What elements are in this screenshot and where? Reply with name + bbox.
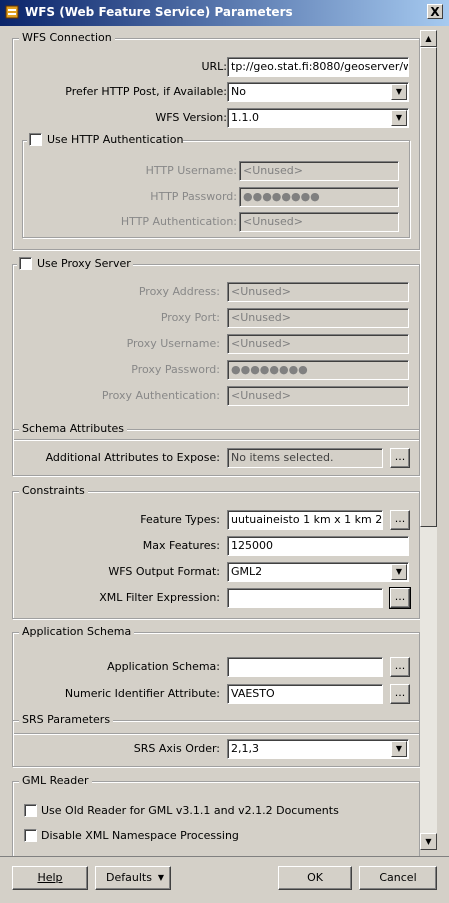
proxy-authentication-input[interactable]: <Unused> [227,386,409,406]
proxy-label: Use Proxy Server [37,257,131,270]
prefer-post-label: Prefer HTTP Post, if Available: [65,85,227,98]
help-label: Help [37,871,63,884]
vertical-scrollbar[interactable]: ▲ ▼ [420,30,437,850]
schema-attributes-group: Schema Attributes Additional Attributes … [12,422,420,476]
http-auth-header: Use HTTP Authentication [27,132,183,146]
proxy-header: Use Proxy Server [17,256,133,270]
numeric-id-input[interactable]: VAESTO [227,684,383,704]
output-format-label: WFS Output Format: [108,565,220,578]
srs-axis-order-select[interactable]: 2,1,3 ▼ [227,739,409,759]
cancel-button[interactable]: Cancel [359,866,437,890]
http-auth-checkbox[interactable] [29,133,42,146]
scroll-down-button[interactable]: ▼ [420,833,437,850]
scroll-up-button[interactable]: ▲ [420,30,437,47]
namespace-label: Disable XML Namespace Processing [41,829,239,842]
xml-filter-browse-button[interactable]: ... [389,587,411,609]
http-username-label: HTTP Username: [145,164,237,177]
wfs-version-select[interactable]: 1.1.0 ▼ [227,108,409,128]
constraints-group: Constraints Feature Types: uutuaineisto … [12,484,420,619]
wfs-version-label: WFS Version: [155,111,227,124]
dropdown-arrow-icon: ▼ [157,873,164,882]
wfs-connection-group: WFS Connection URL: tp://geo.stat.fi:808… [12,31,420,250]
max-features-label: Max Features: [142,539,220,552]
chevron-down-icon[interactable]: ▼ [391,110,407,126]
expose-input[interactable]: No items selected. [227,448,383,468]
output-format-select[interactable]: GML2 ▼ [227,562,409,582]
proxy-address-input[interactable]: <Unused> [227,282,409,302]
url-input[interactable]: tp://geo.stat.fi:8080/geoserver/wfs [227,57,409,77]
feature-types-input[interactable]: uutuaineisto 1 km x 1 km 2010}" [227,510,383,530]
defaults-label: Defaults [106,871,152,884]
http-authentication-label: HTTP Authentication: [120,215,237,228]
expose-browse-button[interactable]: ... [390,448,410,468]
output-format-value: GML2 [231,565,263,578]
wfs-version-value: 1.1.0 [231,111,259,124]
gml-reader-group: GML Reader Use Old Reader for GML v3.1.1… [12,774,420,856]
proxy-password-input[interactable]: ●●●●●●●● [227,360,409,380]
app-schema-label: Application Schema: [107,660,220,673]
proxy-port-label: Proxy Port: [160,311,220,324]
chevron-down-icon[interactable]: ▼ [391,84,407,100]
namespace-checkbox[interactable] [24,829,37,842]
max-features-input[interactable]: 125000 [227,536,409,556]
group-title: Constraints [19,484,88,497]
chevron-down-icon[interactable]: ▼ [391,564,407,580]
group-title: GML Reader [19,774,92,787]
http-auth-group: Use HTTP Authentication HTTP Username: <… [22,132,410,238]
numeric-id-label: Numeric Identifier Attribute: [64,687,220,700]
scroll-thumb[interactable] [420,47,437,527]
proxy-authentication-label: Proxy Authentication: [101,389,220,402]
numeric-id-browse-button[interactable]: ... [390,684,410,704]
proxy-password-label: Proxy Password: [131,363,220,376]
http-password-input[interactable]: ●●●●●●●● [239,187,399,207]
title-bar: WFS (Web Feature Service) Parameters X [0,0,449,26]
xml-filter-label: XML Filter Expression: [99,591,220,604]
group-title: WFS Connection [19,31,115,44]
close-button[interactable]: X [427,4,443,19]
http-auth-label: Use HTTP Authentication [47,133,184,146]
group-title: Schema Attributes [19,422,128,435]
group-title: SRS Parameters [19,713,114,726]
proxy-checkbox[interactable] [19,257,32,270]
http-password-label: HTTP Password: [150,190,237,203]
proxy-port-input[interactable]: <Unused> [227,308,409,328]
proxy-group: Use Proxy Server Proxy Address: <Unused>… [12,256,420,440]
app-schema-input[interactable] [227,657,383,677]
window-title: WFS (Web Feature Service) Parameters [25,5,293,19]
group-title: Application Schema [19,625,135,638]
help-button[interactable]: Help [12,866,88,890]
old-reader-checkbox[interactable] [24,804,37,817]
http-authentication-input[interactable]: <Unused> [239,212,399,232]
chevron-down-icon[interactable]: ▼ [391,741,407,757]
old-reader-label: Use Old Reader for GML v3.1.1 and v2.1.2… [41,804,339,817]
cancel-label: Cancel [379,871,417,884]
prefer-post-value: No [231,85,246,98]
prefer-post-select[interactable]: No ▼ [227,82,409,102]
ok-label: OK [307,871,323,884]
expose-label: Additional Attributes to Expose: [45,451,220,464]
proxy-address-label: Proxy Address: [138,285,220,298]
app-icon [5,5,19,19]
feature-types-browse-button[interactable]: ... [390,510,410,530]
srs-axis-order-value: 2,1,3 [231,742,259,755]
http-username-input[interactable]: <Unused> [239,161,399,181]
ok-button[interactable]: OK [278,866,352,890]
xml-filter-input[interactable] [227,588,383,608]
proxy-username-input[interactable]: <Unused> [227,334,409,354]
feature-types-label: Feature Types: [140,513,220,526]
url-label: URL: [201,60,227,73]
proxy-username-label: Proxy Username: [126,337,220,350]
srs-parameters-group: SRS Parameters SRS Axis Order: 2,1,3 ▼ [12,713,420,767]
app-schema-browse-button[interactable]: ... [390,657,410,677]
footer-divider [0,856,449,857]
dialog-content: WFS Connection URL: tp://geo.stat.fi:808… [0,26,420,856]
srs-axis-order-label: SRS Axis Order: [133,742,220,755]
defaults-button[interactable]: Defaults ▼ [95,866,171,890]
